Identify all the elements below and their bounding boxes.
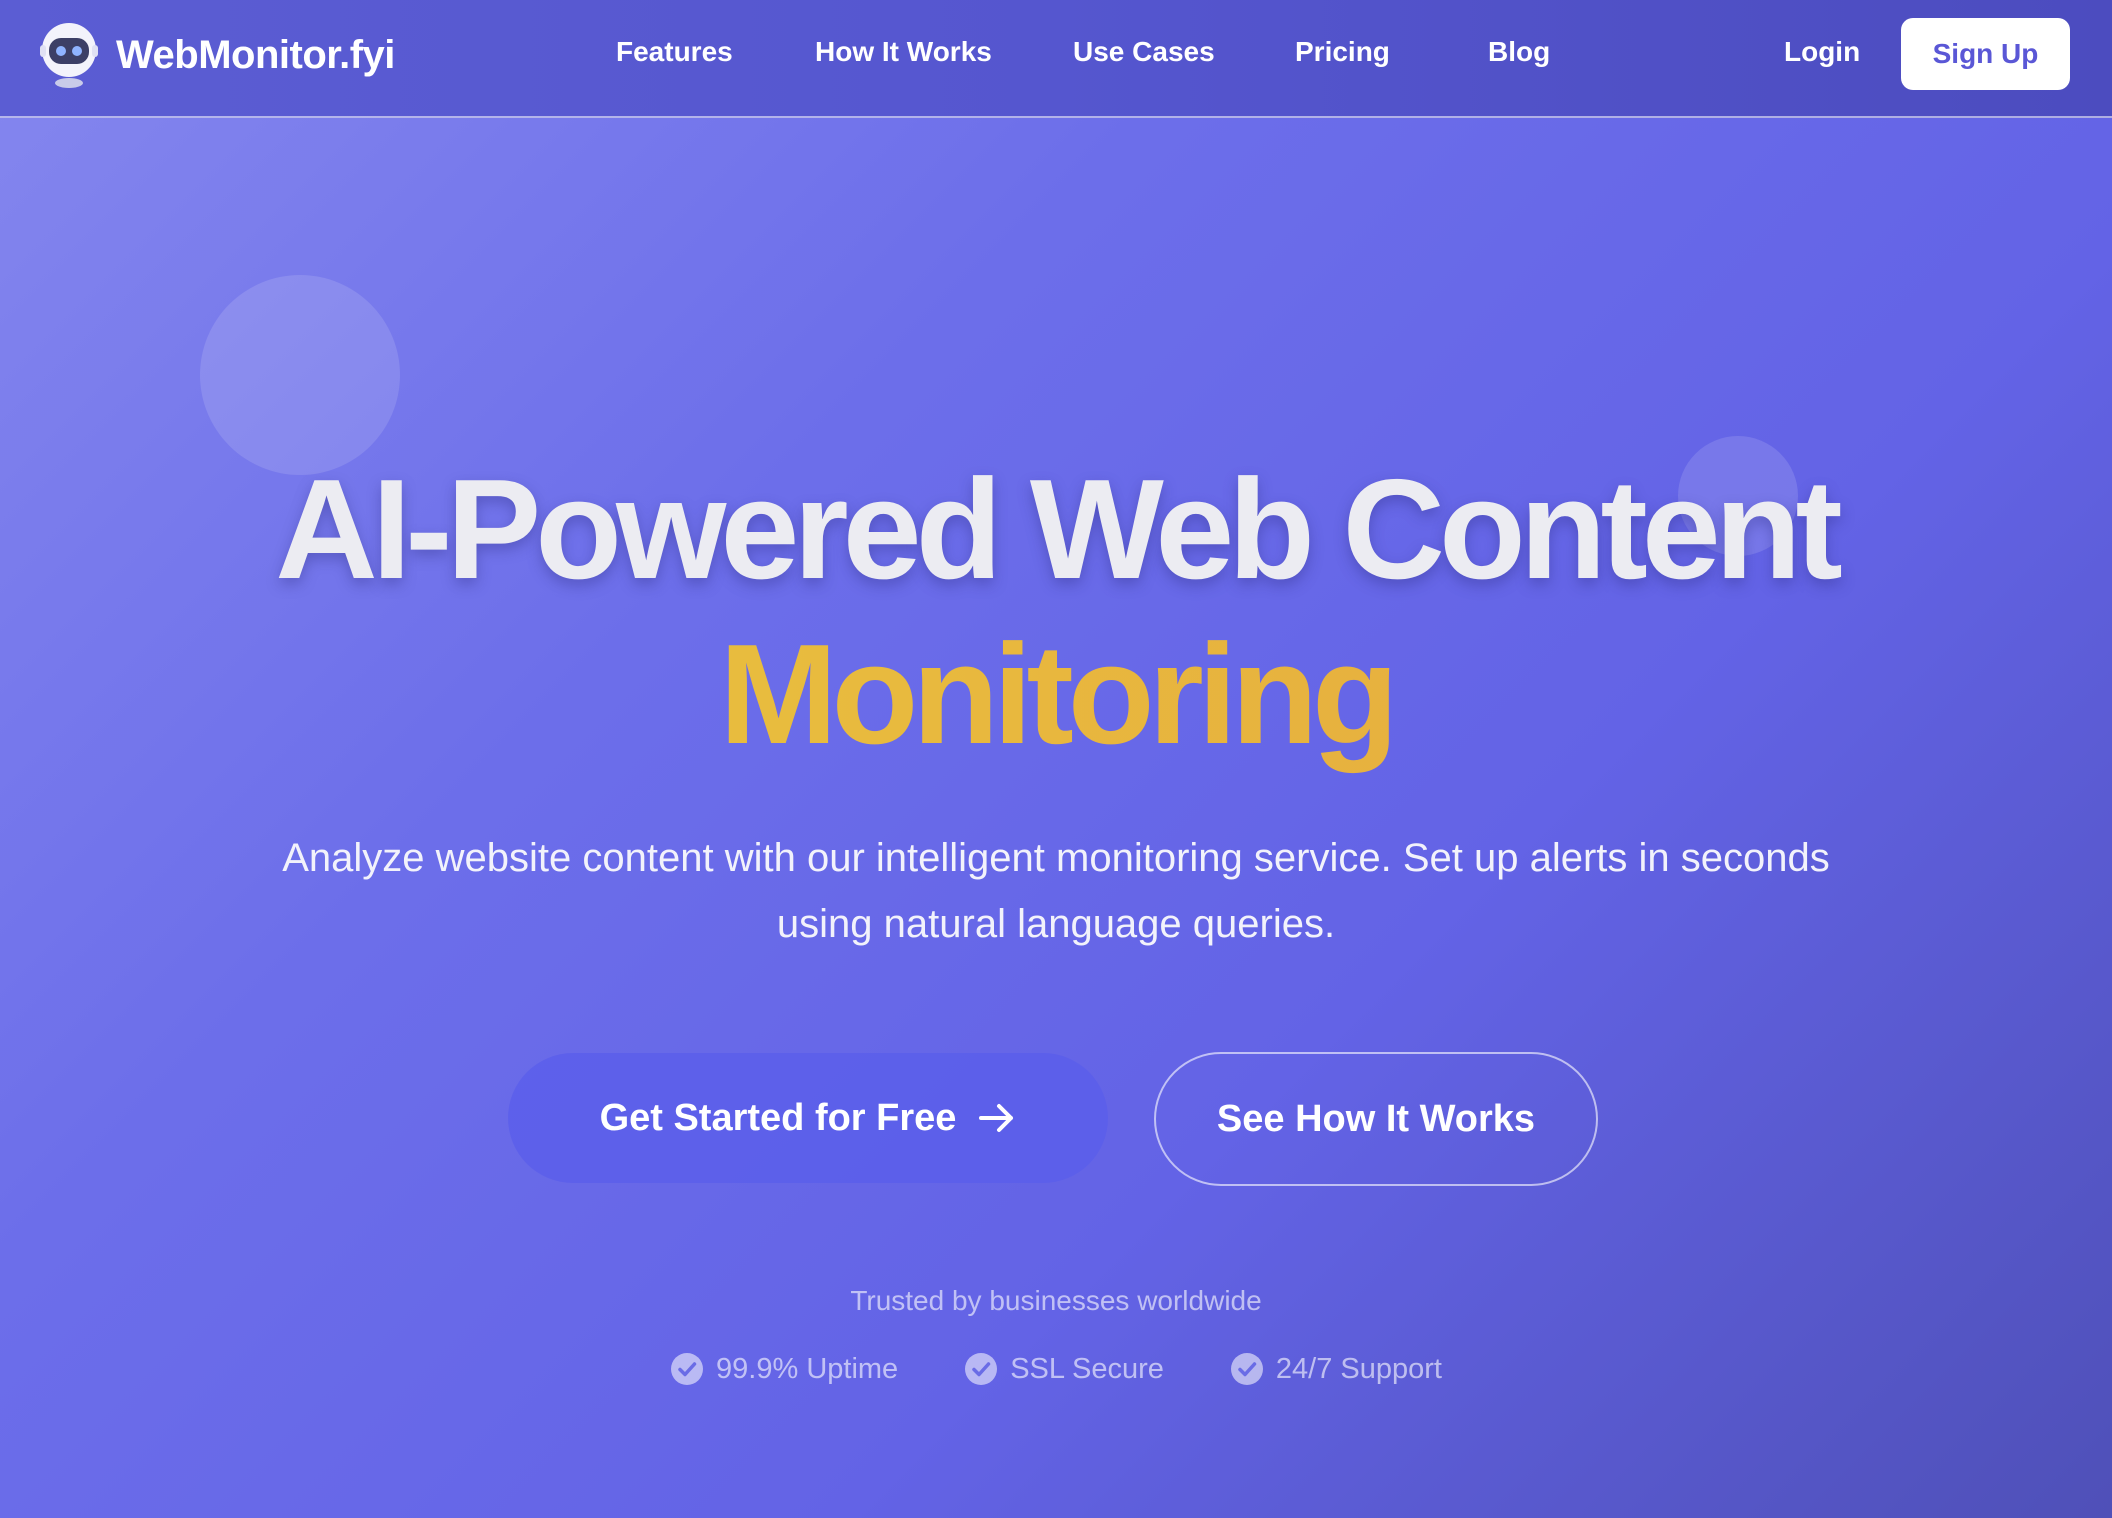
check-circle-icon [965,1353,998,1385]
nav-how-it-works[interactable]: How It Works [815,36,992,68]
nav-blog[interactable]: Blog [1488,36,1550,68]
nav-pricing[interactable]: Pricing [1295,36,1390,68]
decorative-bubble [200,275,400,475]
login-link[interactable]: Login [1784,36,1860,68]
badge-uptime: 99.9% Uptime [670,1352,898,1386]
brand-name: WebMonitor.fyi [116,32,395,77]
brand-logo[interactable]: WebMonitor.fyi [38,20,395,90]
see-how-it-works-button[interactable]: See How It Works [1154,1052,1598,1186]
trust-badges: 99.9% Uptime SSL Secure 24/7 Support [0,1352,2112,1386]
signup-button[interactable]: Sign Up [1901,18,2070,90]
hero-subtitle: Analyze website content with our intelli… [282,836,1830,946]
get-started-label: Get Started for Free [599,1096,957,1139]
hero-title-highlight: Monitoring [0,615,2112,775]
hero-title-line1: AI-Powered Web Content [275,450,1843,609]
arrow-right-icon [979,1104,1014,1132]
nav-use-cases[interactable]: Use Cases [1073,36,1215,68]
nav-features[interactable]: Features [616,36,733,68]
badge-support: 24/7 Support [1230,1352,1442,1386]
badge-ssl: SSL Secure [964,1352,1164,1386]
robot-icon [40,23,98,88]
get-started-button[interactable]: Get Started for Free [508,1053,1108,1183]
badge-support-label: 24/7 Support [1275,1352,1442,1385]
badge-uptime-label: 99.9% Uptime [716,1352,899,1385]
check-circle-icon [671,1353,704,1385]
check-circle-icon [1230,1353,1263,1385]
trusted-label: Trusted by businesses worldwide [850,1285,1262,1316]
badge-ssl-label: SSL Secure [1010,1352,1164,1385]
top-navbar: WebMonitor.fyi Features How It Works Use… [0,0,2112,118]
